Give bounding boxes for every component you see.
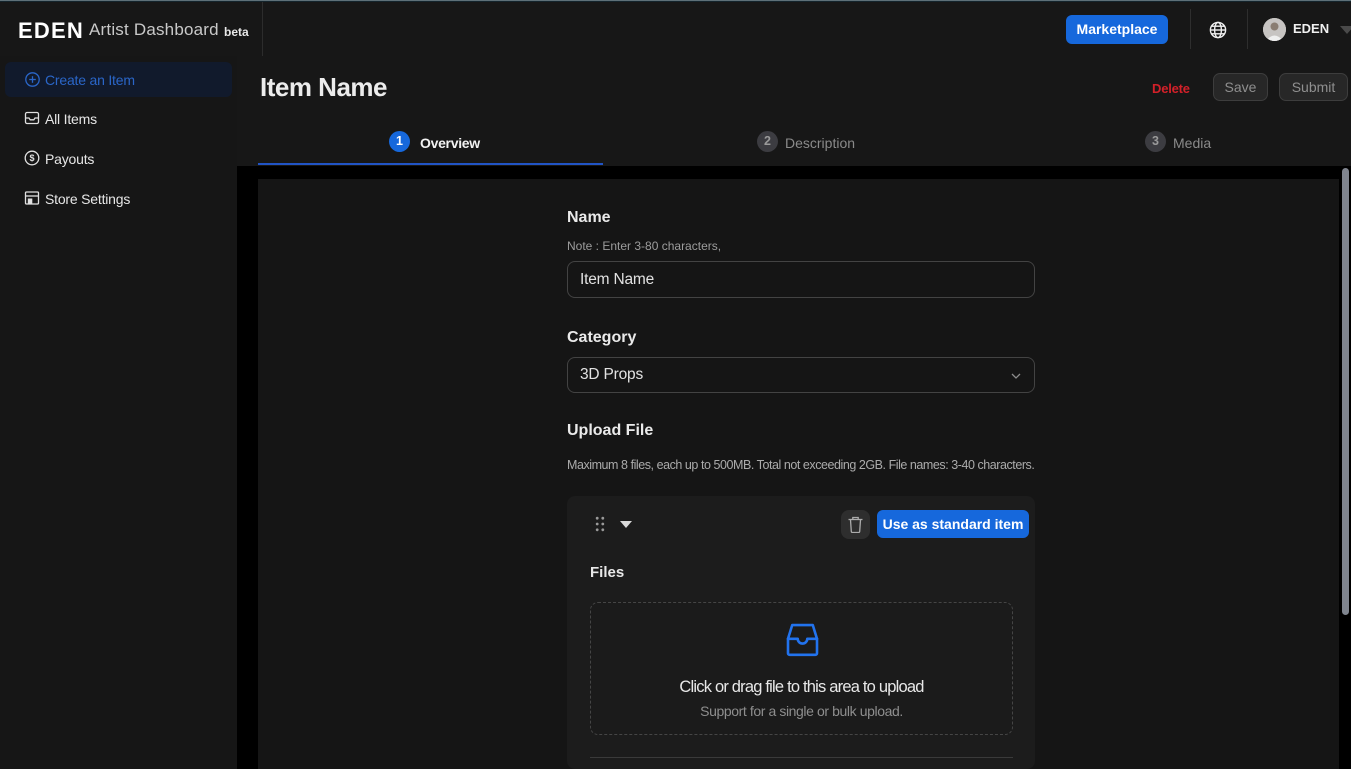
svg-text:$: $ [29, 153, 34, 163]
